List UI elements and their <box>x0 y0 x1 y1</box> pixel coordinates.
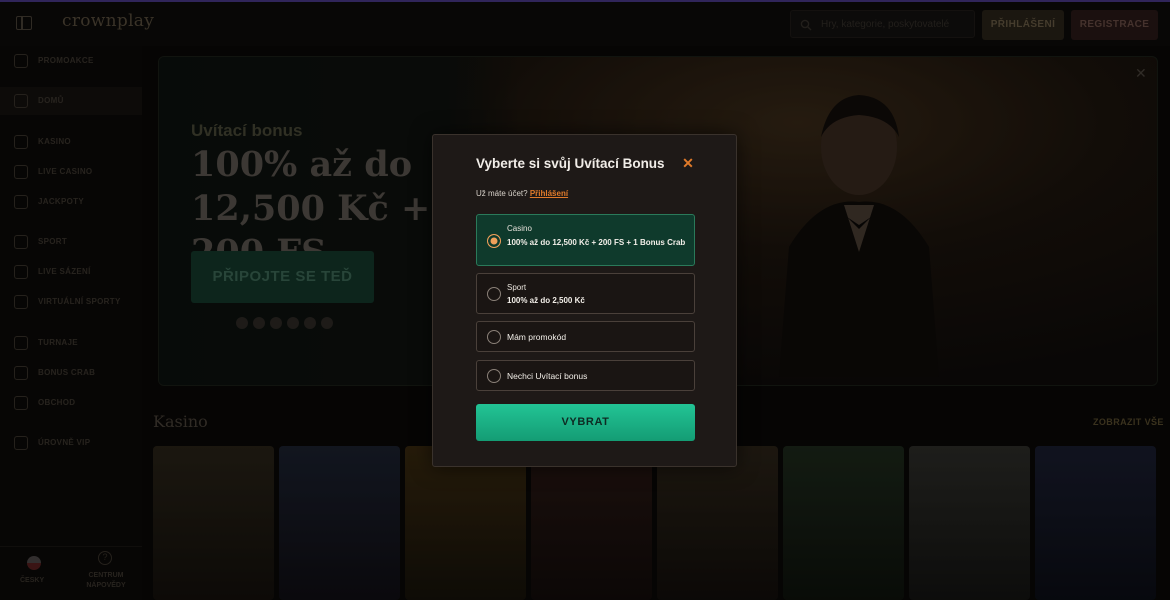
close-icon[interactable]: ✕ <box>681 156 695 170</box>
bonus-option-promo-code[interactable]: Mám promokód <box>476 321 695 352</box>
account-prompt-text: Už máte účet? <box>476 189 528 198</box>
bonus-option-casino[interactable]: Casino 100% až do 12,500 Kč + 200 FS + 1… <box>476 214 695 266</box>
select-button[interactable]: VYBRAT <box>476 404 695 441</box>
option-text: Mám promokód <box>507 332 567 342</box>
modal-title: Vyberte si svůj Uvítací Bonus <box>476 156 665 171</box>
account-prompt: Už máte účet? Přihlášení <box>476 189 568 198</box>
bonus-option-sport[interactable]: Sport 100% až do 2,500 Kč <box>476 273 695 314</box>
bonus-option-no-bonus[interactable]: Nechci Uvítací bonus <box>476 360 695 391</box>
radio-icon[interactable] <box>487 330 501 344</box>
option-text: Nechci Uvítací bonus <box>507 371 588 381</box>
login-link[interactable]: Přihlášení <box>530 189 568 198</box>
radio-icon[interactable] <box>487 369 501 383</box>
option-text: 100% až do 2,500 Kč <box>507 296 585 305</box>
option-category: Sport <box>507 283 527 292</box>
option-category: Casino <box>507 224 532 233</box>
welcome-bonus-modal: Vyberte si svůj Uvítací Bonus ✕ Už máte … <box>432 134 737 467</box>
radio-selected-icon[interactable] <box>487 234 501 248</box>
radio-icon[interactable] <box>487 287 501 301</box>
option-text: 100% až do 12,500 Kč + 200 FS + 1 Bonus … <box>507 238 686 247</box>
